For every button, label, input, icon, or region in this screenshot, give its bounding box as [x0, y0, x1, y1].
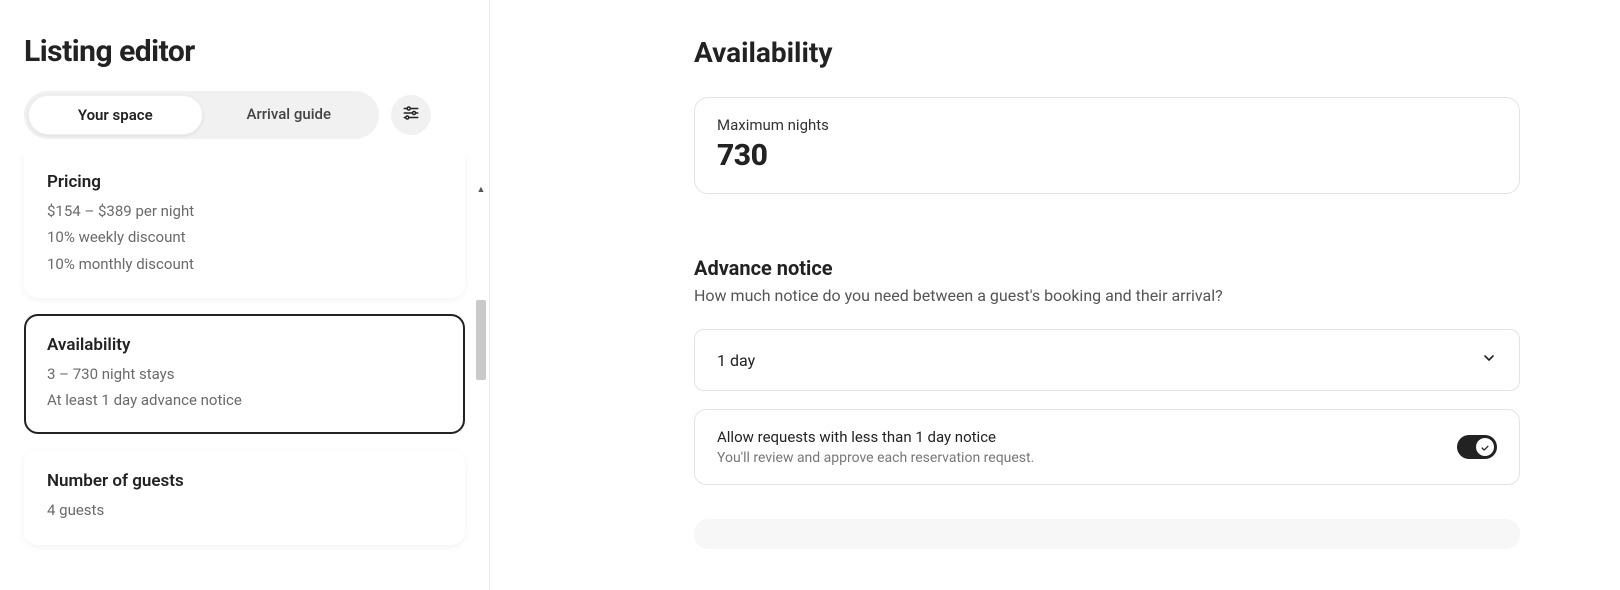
card-availability-line2: At least 1 day advance notice — [47, 387, 442, 413]
advance-notice-selected: 1 day — [717, 351, 755, 370]
page-title: Listing editor — [24, 34, 465, 69]
cards-list: Pricing $154 – $389 per night 10% weekly… — [0, 153, 489, 590]
card-pricing-line3: 10% monthly discount — [47, 251, 442, 277]
card-pricing[interactable]: Pricing $154 – $389 per night 10% weekly… — [24, 153, 465, 298]
advance-notice-title: Advance notice — [694, 256, 1520, 280]
scrollbar[interactable]: ▲ — [475, 184, 487, 580]
sidebar: Listing editor Your space Arrival guide — [0, 0, 490, 590]
card-availability[interactable]: Availability 3 – 730 night stays At leas… — [24, 314, 465, 435]
advance-notice-sub: How much notice do you need between a gu… — [694, 286, 1520, 305]
card-guests-title: Number of guests — [47, 471, 442, 491]
sliders-icon — [402, 104, 420, 126]
allow-requests-toggle[interactable] — [1457, 435, 1497, 459]
scroll-up-icon[interactable]: ▲ — [475, 184, 487, 196]
tab-row: Your space Arrival guide — [0, 91, 489, 153]
card-availability-line1: 3 – 730 night stays — [47, 361, 442, 387]
check-icon — [1480, 438, 1490, 457]
advance-notice-select[interactable]: 1 day — [694, 329, 1520, 391]
scroll-track[interactable] — [475, 196, 487, 568]
chevron-down-icon — [1481, 350, 1497, 370]
tab-your-space[interactable]: Your space — [28, 95, 203, 135]
max-nights-card[interactable]: Maximum nights 730 — [694, 97, 1520, 194]
next-section-placeholder — [694, 519, 1520, 549]
allow-requests-label: Allow requests with less than 1 day noti… — [717, 428, 1034, 446]
max-nights-label: Maximum nights — [717, 116, 1497, 134]
toggle-knob — [1476, 438, 1494, 456]
scroll-thumb[interactable] — [476, 300, 486, 380]
tab-arrival-guide[interactable]: Arrival guide — [203, 95, 376, 135]
card-guests-line1: 4 guests — [47, 497, 442, 523]
allow-requests-row: Allow requests with less than 1 day noti… — [694, 409, 1520, 485]
card-pricing-line1: $154 – $389 per night — [47, 198, 442, 224]
main-title: Availability — [694, 36, 1520, 69]
card-pricing-title: Pricing — [47, 172, 442, 192]
max-nights-value: 730 — [717, 138, 1497, 173]
card-guests[interactable]: Number of guests 4 guests — [24, 450, 465, 544]
card-availability-title: Availability — [47, 335, 442, 355]
allow-requests-sub: You'll review and approve each reservati… — [717, 450, 1034, 466]
card-pricing-line2: 10% weekly discount — [47, 224, 442, 250]
settings-button[interactable] — [391, 95, 431, 135]
main-panel: Availability Maximum nights 730 Advance … — [490, 0, 1620, 590]
tabs-pill: Your space Arrival guide — [24, 91, 379, 139]
